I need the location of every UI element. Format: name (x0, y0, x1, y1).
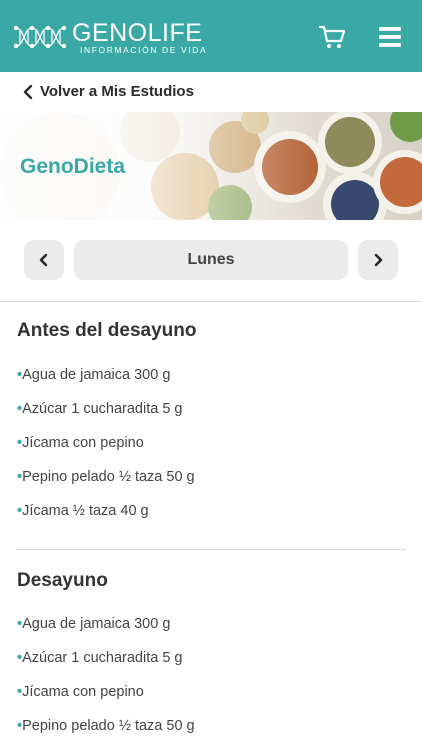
food-item-text: Azúcar 1 cucharadita 5 g (22, 650, 183, 666)
genolife-logo[interactable]: GENOLIFE INFORMACIÓN DE VIDA (14, 19, 214, 56)
brand-name: GENOLIFE (72, 19, 203, 47)
current-day-label: Lunes (187, 251, 235, 268)
meal-title: Antes del desayuno (17, 320, 197, 341)
food-list-item: •Agua de jamaica 300 g (17, 615, 170, 633)
menu-bar (379, 43, 401, 47)
next-day-button[interactable] (358, 240, 398, 280)
food-list-item: •Azúcar 1 cucharadita 5 g (17, 400, 182, 418)
food-item-text: Agua de jamaica 300 g (22, 616, 171, 632)
hamburger-menu-icon[interactable] (376, 25, 404, 49)
dna-icon (14, 25, 67, 49)
menu-bar (379, 35, 401, 39)
app-header: GENOLIFE INFORMACIÓN DE VIDA (0, 0, 422, 72)
food-list-item: •Pepino pelado ½ taza 50 g (17, 468, 195, 486)
food-item-text: Pepino pelado ½ taza 50 g (22, 469, 195, 485)
page-title: GenoDieta (20, 155, 126, 178)
previous-day-button[interactable] (24, 240, 64, 280)
menu-bar (379, 27, 401, 31)
day-selector[interactable]: Lunes (74, 240, 348, 280)
food-item-text: Jícama con pepino (22, 684, 144, 700)
food-item-text: Azúcar 1 cucharadita 5 g (22, 401, 183, 417)
chevron-right-icon (374, 253, 383, 267)
food-list-item: •Azúcar 1 cucharadita 5 g (17, 649, 182, 667)
meal-title: Desayuno (17, 570, 108, 591)
food-item-text: Jícama ½ taza 40 g (22, 503, 149, 519)
brand-tagline: INFORMACIÓN DE VIDA (80, 45, 208, 55)
food-list-item: •Jícama con pepino (17, 434, 144, 452)
back-link-label: Volver a Mis Estudios (40, 83, 194, 100)
back-to-studies-link[interactable]: Volver a Mis Estudios (0, 72, 422, 112)
food-item-text: Jícama con pepino (22, 435, 144, 451)
food-list-item: •Jícama con pepino (17, 683, 144, 701)
genodieta-banner: GenoDieta (0, 112, 422, 220)
section-divider (0, 301, 422, 302)
chevron-left-icon (23, 84, 33, 100)
chevron-left-icon (39, 253, 48, 267)
food-item-text: Agua de jamaica 300 g (22, 367, 171, 383)
cart-icon[interactable] (318, 24, 346, 50)
food-list-item: •Pepino pelado ½ taza 50 g (17, 717, 195, 735)
meal-divider (16, 549, 406, 550)
food-item-text: Pepino pelado ½ taza 50 g (22, 718, 195, 734)
food-list-item: •Agua de jamaica 300 g (17, 366, 170, 384)
food-list-item: •Jícama ½ taza 40 g (17, 502, 149, 520)
